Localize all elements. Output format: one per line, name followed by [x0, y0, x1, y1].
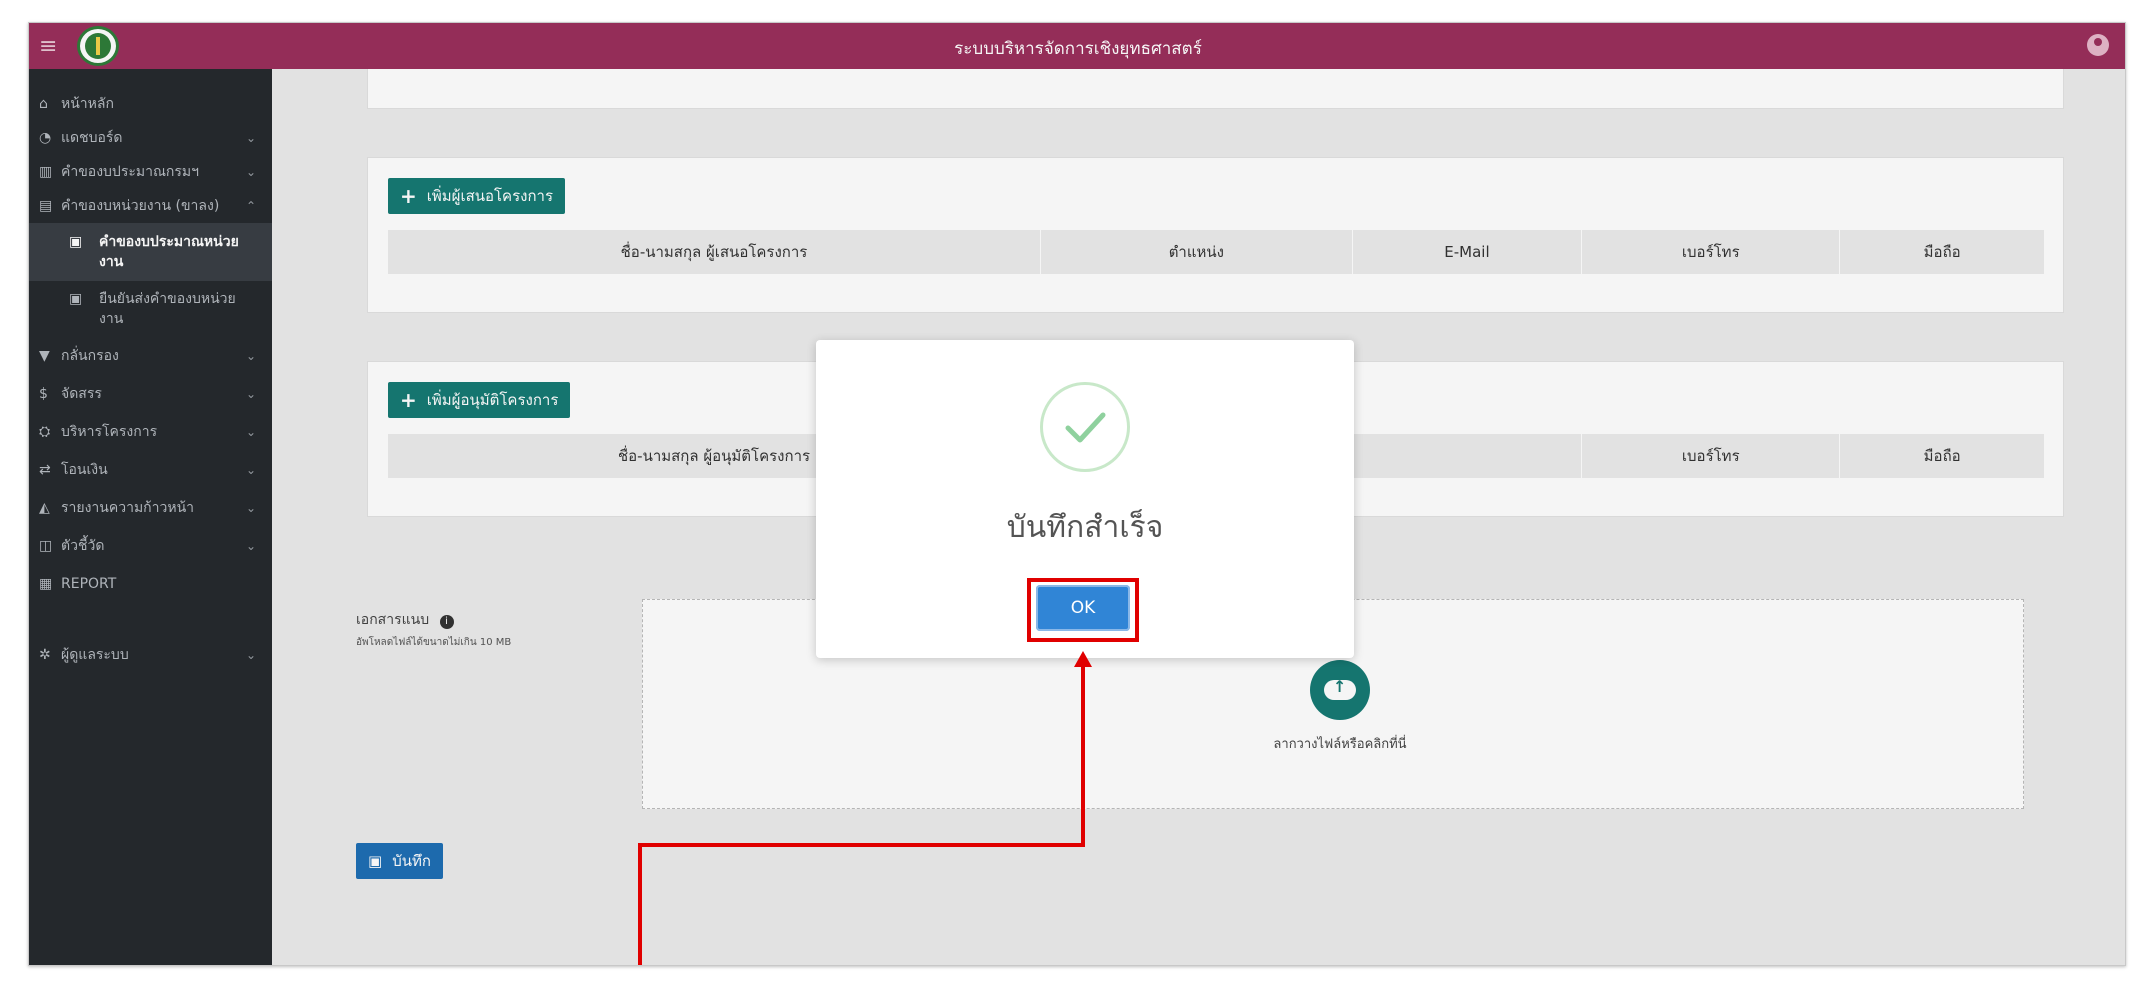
annotation-arrow-horizontal: [638, 843, 1085, 847]
app-window: ≡ ระบบบริหารจัดการเชิงยุทธศาสตร์ ⌂ หน้าห…: [28, 22, 2126, 966]
annotation-arrow-vertical-upper: [1081, 663, 1085, 847]
annotation-arrow-vertical-lower: [638, 843, 642, 965]
annotation-arrowhead: [1074, 651, 1092, 667]
ok-button[interactable]: OK: [1036, 585, 1130, 631]
check-icon: [1040, 382, 1130, 472]
success-dialog: บันทึกสำเร็จ OK: [816, 340, 1354, 658]
dialog-title: บันทึกสำเร็จ: [1006, 510, 1164, 545]
